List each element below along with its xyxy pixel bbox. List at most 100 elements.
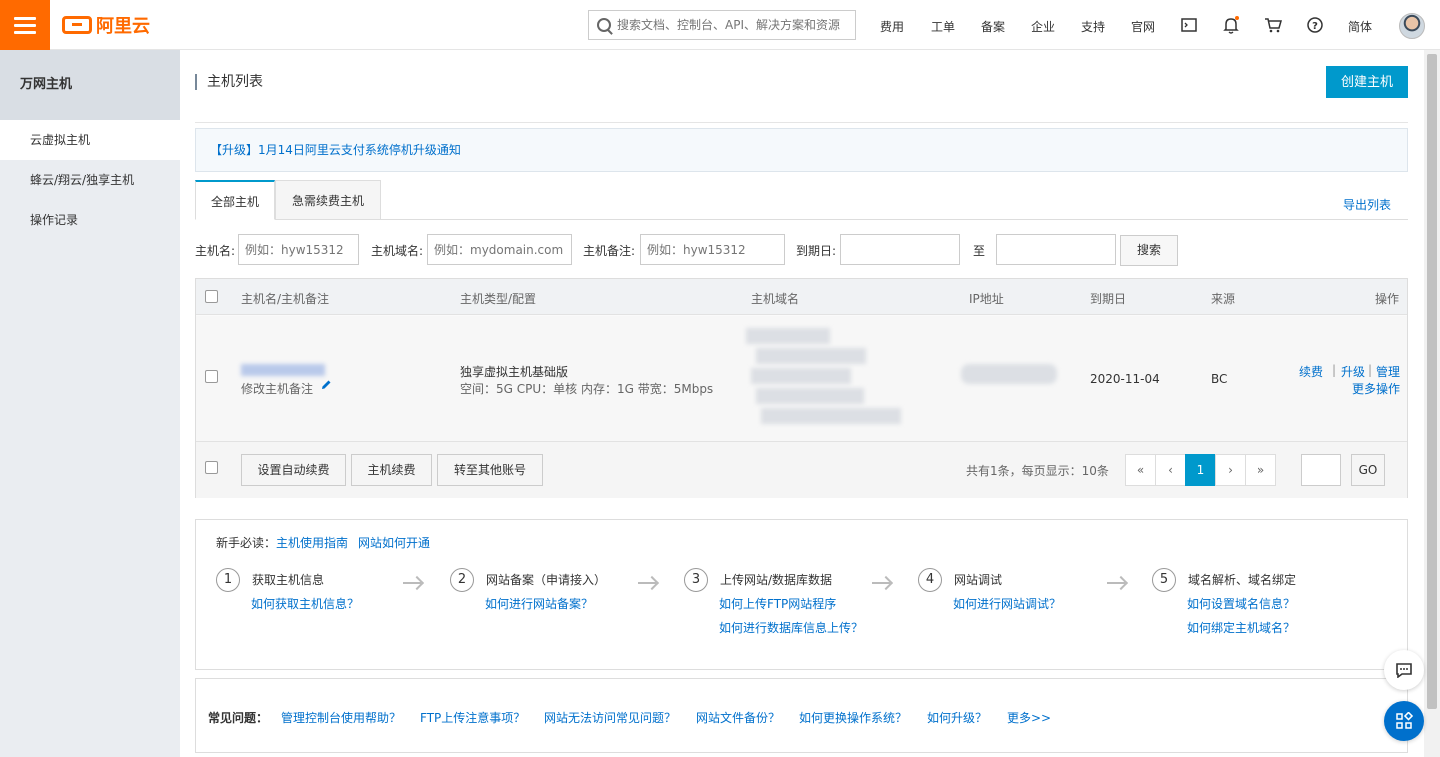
guide-link-site-open[interactable]: 网站如何开通 xyxy=(358,536,430,550)
language-switch[interactable]: 简体 xyxy=(1348,18,1372,35)
search-button[interactable]: 搜索 xyxy=(1120,235,1178,266)
app-grid-button[interactable] xyxy=(1384,701,1424,741)
svg-text:?: ? xyxy=(1312,21,1318,32)
step-link[interactable]: 如何获取主机信息？ xyxy=(251,595,359,612)
domain-redacted xyxy=(756,388,864,404)
action-separator: | xyxy=(1332,363,1337,377)
host-name-input[interactable] xyxy=(238,234,359,265)
scrollbar[interactable] xyxy=(1424,50,1440,757)
go-button[interactable]: GO xyxy=(1351,454,1385,486)
step-link[interactable]: 如何进行数据库信息上传？ xyxy=(719,619,863,636)
col-ip: IP地址 xyxy=(969,292,1004,306)
renew-link[interactable]: 续费 xyxy=(1299,363,1323,380)
beginner-guide: 新手必读：主机使用指南 网站如何开通 1 获取主机信息 如何获取主机信息？ 2 网… xyxy=(195,519,1408,670)
avatar[interactable] xyxy=(1399,13,1425,39)
filter-bar: 主机名: 主机域名: 主机备注: 到期日: 至 搜索 xyxy=(195,234,1408,266)
select-all-checkbox[interactable] xyxy=(205,290,218,303)
sidebar-item-dedicated-host[interactable]: 蜂云/翔云/独享主机 xyxy=(0,160,180,200)
nav-tickets[interactable]: 工单 xyxy=(931,18,955,35)
transfer-account-button[interactable]: 转至其他账号 xyxy=(437,454,543,486)
chat-button[interactable] xyxy=(1384,650,1424,690)
table-header: 主机名/主机备注 主机类型/配置 主机域名 IP地址 到期日 来源 操作 xyxy=(196,279,1407,315)
faq-link[interactable]: 网站文件备份？ xyxy=(696,709,780,726)
step-link[interactable]: 如何进行网站调试？ xyxy=(953,595,1061,612)
col-source: 来源 xyxy=(1211,292,1236,306)
notice-link[interactable]: 【升级】1月14日阿里云支付系统停机升级通知 xyxy=(210,143,461,157)
col-host-name: 主机名/主机备注 xyxy=(241,292,330,306)
host-name-redacted[interactable] xyxy=(241,364,325,376)
faq-section: 常见问题： 管理控制台使用帮助？ FTP上传注意事项？ 网站无法访问常见问题？ … xyxy=(195,678,1408,753)
nav-fees[interactable]: 费用 xyxy=(880,18,904,35)
bell-icon[interactable] xyxy=(1222,16,1240,34)
guide-link-host-guide[interactable]: 主机使用指南 xyxy=(276,536,348,550)
search-icon xyxy=(597,18,611,32)
nav-icp[interactable]: 备案 xyxy=(981,18,1005,35)
logo-text: 阿里云 xyxy=(96,16,150,37)
step-link[interactable]: 如何绑定主机域名？ xyxy=(1187,619,1295,636)
manage-link[interactable]: 管理 xyxy=(1376,363,1400,380)
pencil-icon[interactable] xyxy=(320,379,332,394)
divider xyxy=(195,122,1408,123)
col-host-type: 主机类型/配置 xyxy=(460,292,537,306)
pagination: « ‹ 1 › » xyxy=(1125,454,1276,486)
create-host-button[interactable]: 创建主机 xyxy=(1326,66,1408,98)
terminal-icon[interactable] xyxy=(1180,16,1198,34)
tab-renewal-hosts[interactable]: 急需续费主机 xyxy=(275,180,381,220)
prev-page-button[interactable]: ‹ xyxy=(1155,454,1186,486)
last-page-button[interactable]: » xyxy=(1245,454,1276,486)
faq-link[interactable]: 如何更换操作系统？ xyxy=(799,709,907,726)
host-table: 主机名/主机备注 主机类型/配置 主机域名 IP地址 到期日 来源 操作 修改主… xyxy=(195,278,1408,498)
faq-link[interactable]: 管理控制台使用帮助？ xyxy=(281,709,401,726)
nav-official[interactable]: 官网 xyxy=(1131,18,1155,35)
guide-prefix: 新手必读： xyxy=(216,536,277,550)
step-title: 网站调试 xyxy=(954,573,1003,587)
export-list-link[interactable]: 导出列表 xyxy=(1343,196,1391,213)
help-icon[interactable]: ? xyxy=(1306,16,1324,34)
tab-all-hosts[interactable]: 全部主机 xyxy=(195,180,275,220)
to-label: 至 xyxy=(973,244,986,258)
nav-support[interactable]: 支持 xyxy=(1081,18,1105,35)
grid-icon xyxy=(1396,712,1413,729)
logo[interactable]: 阿里云 xyxy=(62,12,150,38)
auto-renew-button[interactable]: 设置自动续费 xyxy=(241,454,346,486)
faq-more-link[interactable]: 更多>> xyxy=(1007,709,1051,726)
faq-link[interactable]: 网站无法访问常见问题？ xyxy=(544,709,676,726)
cart-icon[interactable] xyxy=(1264,16,1282,34)
search-box[interactable] xyxy=(588,10,856,40)
search-input[interactable] xyxy=(617,18,847,32)
step-link[interactable]: 如何进行网站备案？ xyxy=(485,595,593,612)
remark-input[interactable] xyxy=(640,234,785,265)
table-footer: 设置自动续费 主机续费 转至其他账号 共有1条，每页显示：10条 « ‹ 1 ›… xyxy=(196,442,1407,498)
notice-banner[interactable]: 【升级】1月14日阿里云支付系统停机升级通知 xyxy=(195,128,1408,172)
domain-input[interactable] xyxy=(427,234,572,265)
faq-link[interactable]: 如何升级？ xyxy=(927,709,987,726)
step-link[interactable]: 如何设置域名信息？ xyxy=(1187,595,1295,612)
faq-link[interactable]: FTP上传注意事项？ xyxy=(420,709,525,726)
sidebar: 万网主机 云虚拟主机 蜂云/翔云/独享主机 操作记录 xyxy=(0,50,180,757)
sidebar-item-operation-log[interactable]: 操作记录 xyxy=(0,200,180,240)
menu-icon[interactable] xyxy=(0,0,50,50)
ip-redacted xyxy=(961,364,1057,384)
scrollbar-thumb[interactable] xyxy=(1427,54,1437,709)
upgrade-link[interactable]: 升级 xyxy=(1341,363,1365,380)
host-renew-button[interactable]: 主机续费 xyxy=(351,454,432,486)
top-bar: 阿里云 费用 工单 备案 企业 支持 官网 ? 简体 xyxy=(0,0,1440,50)
footer-select-all-checkbox[interactable] xyxy=(205,461,218,474)
row-checkbox[interactable] xyxy=(205,370,218,383)
step-title: 域名解析、域名绑定 xyxy=(1188,573,1297,587)
goto-page-input[interactable] xyxy=(1301,454,1341,486)
page-1-button[interactable]: 1 xyxy=(1185,454,1216,486)
first-page-button[interactable]: « xyxy=(1125,454,1156,486)
edit-remark-label: 修改主机备注 xyxy=(241,382,314,396)
more-actions-link[interactable]: 更多操作 xyxy=(1352,380,1400,397)
arrow-right-icon xyxy=(638,582,656,584)
domain-redacted xyxy=(751,368,851,384)
expire-end-input[interactable] xyxy=(996,234,1116,265)
domain-label: 主机域名: xyxy=(371,244,424,258)
step-link[interactable]: 如何上传FTP网站程序 xyxy=(719,595,836,612)
sidebar-item-virtual-host[interactable]: 云虚拟主机 xyxy=(0,120,180,160)
next-page-button[interactable]: › xyxy=(1215,454,1246,486)
nav-enterprise[interactable]: 企业 xyxy=(1031,18,1055,35)
step-title: 网站备案（申请接入） xyxy=(486,573,607,587)
expire-start-input[interactable] xyxy=(840,234,960,265)
